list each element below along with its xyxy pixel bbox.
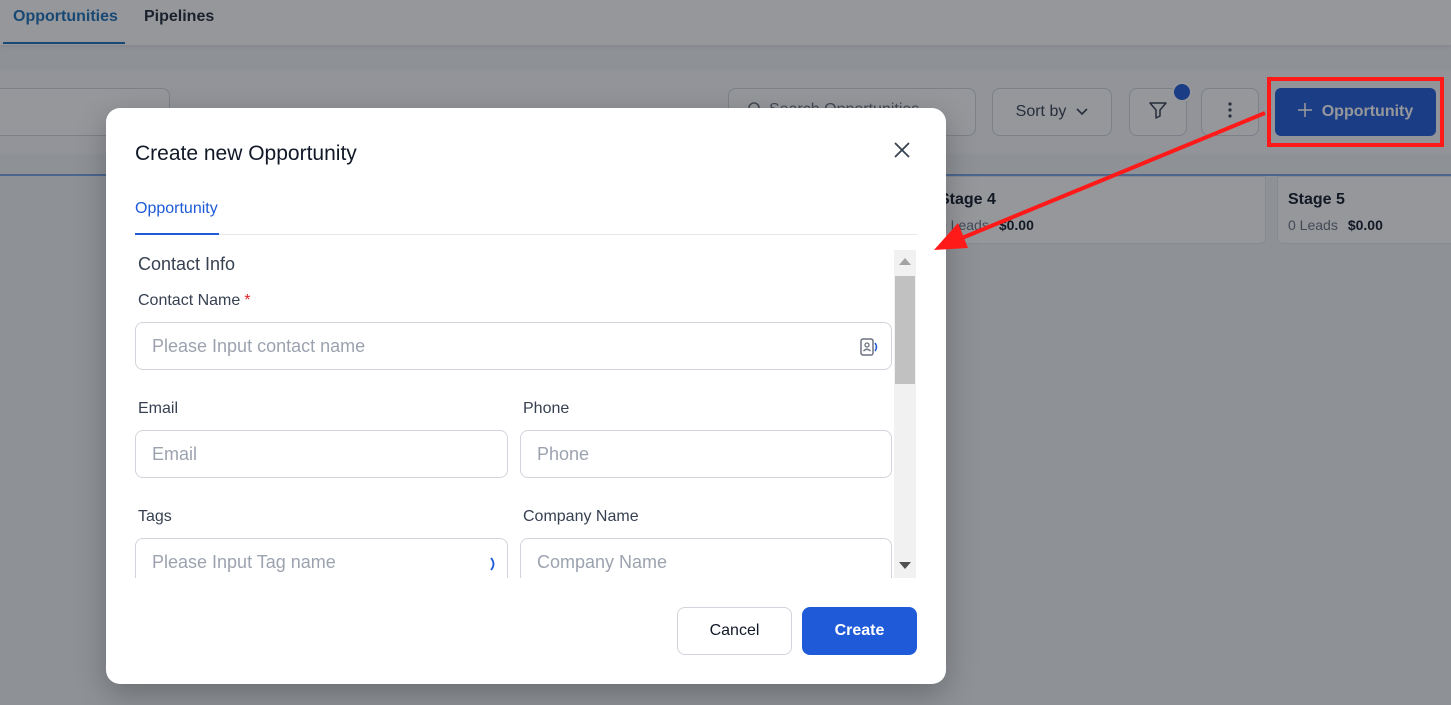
create-button[interactable]: Create [802,607,917,655]
loading-spinner-icon [489,555,497,576]
scroll-down-arrow-icon[interactable] [899,562,911,569]
tab-opportunity[interactable]: Opportunity [135,200,219,235]
modal-tabbar: Opportunity [135,188,917,235]
company-name-input[interactable]: Company Name [520,538,892,578]
company-name-placeholder: Company Name [537,551,668,572]
tags-input[interactable]: Please Input Tag name [135,538,508,578]
tags-placeholder: Please Input Tag name [152,551,336,572]
scroll-up-arrow-icon[interactable] [899,258,911,265]
company-name-label: Company Name [523,508,639,525]
email-input[interactable]: Email [135,430,508,478]
phone-placeholder: Phone [537,443,590,464]
contact-name-input[interactable]: Please Input contact name [135,322,892,370]
tags-label: Tags [138,508,172,525]
form-scrollbar[interactable] [894,250,916,578]
contact-card-icon[interactable] [859,337,879,362]
contact-name-placeholder: Please Input contact name [152,335,366,356]
email-placeholder: Email [152,443,198,464]
section-title: Contact Info [138,254,236,274]
close-button[interactable] [890,140,914,164]
required-marker: * [244,292,251,309]
modal-title: Create new Opportunity [135,142,357,165]
contact-name-label: Contact Name * [138,292,251,309]
scroll-thumb[interactable] [895,276,915,384]
create-opportunity-modal: Create new Opportunity Opportunity Conta… [106,108,946,684]
cancel-button[interactable]: Cancel [677,607,792,655]
phone-input[interactable]: Phone [520,430,892,478]
email-label: Email [138,400,179,417]
phone-label: Phone [523,400,570,417]
contact-form: Contact Info Contact Name * Please Input … [135,250,917,578]
annotation-highlight-box [1267,77,1444,147]
close-icon [894,141,910,163]
